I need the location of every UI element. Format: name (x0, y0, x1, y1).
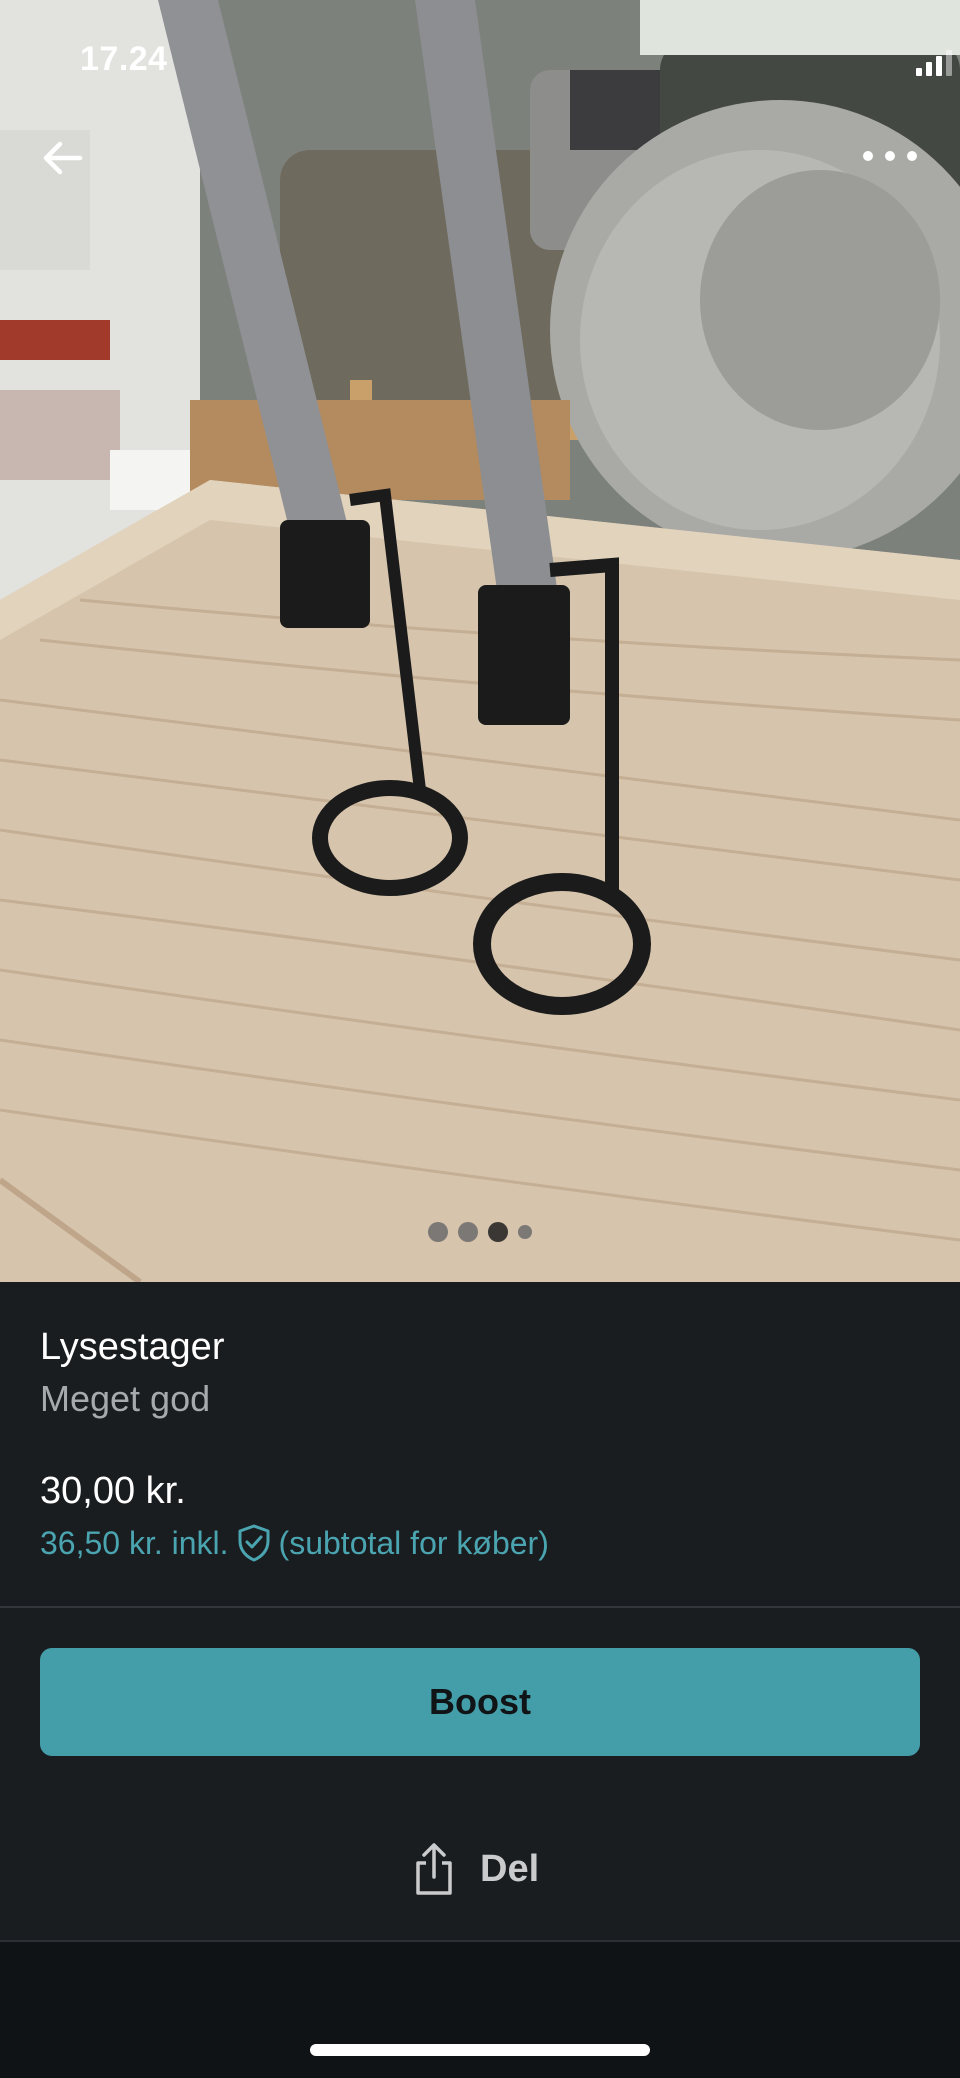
pagination-dot-active[interactable] (488, 1222, 508, 1242)
back-arrow-icon (43, 141, 83, 175)
listing-condition: Meget god (40, 1378, 211, 1419)
share-icon (416, 1843, 452, 1895)
listing-title: Lysestager (40, 1326, 225, 1368)
status-time: 17.24 (80, 40, 168, 78)
more-icon (863, 151, 917, 161)
home-indicator[interactable] (310, 2044, 650, 2056)
pagination-dot[interactable] (518, 1225, 532, 1239)
back-button[interactable] (40, 138, 94, 192)
price-incl-amount: 36,50 kr. inkl. (40, 1524, 229, 1561)
price-incl-note: (subtotal for køber) (278, 1524, 549, 1561)
pagination-dot[interactable] (428, 1222, 448, 1242)
signal-icon (916, 50, 952, 76)
listing-price: 30,00 kr. (40, 1470, 186, 1512)
divider (0, 1606, 960, 1608)
shield-check-icon (238, 1524, 270, 1562)
share-button-label: Del (480, 1847, 540, 1890)
bottom-bar (0, 1942, 960, 2078)
gallery-pagination (0, 1222, 960, 1242)
product-photo[interactable]: 17.24 32 (0, 0, 960, 1282)
pagination-dot[interactable] (458, 1222, 478, 1242)
boost-button[interactable]: Boost (40, 1648, 920, 1756)
boost-button-label: Boost (429, 1681, 531, 1722)
more-options-button[interactable] (862, 150, 926, 186)
price-incl-buyer-protection[interactable]: 36,50 kr. inkl. (subtotal for køber) (40, 1524, 549, 1562)
product-photo-illustration (0, 0, 960, 1282)
share-button[interactable]: Del (410, 1836, 539, 1902)
